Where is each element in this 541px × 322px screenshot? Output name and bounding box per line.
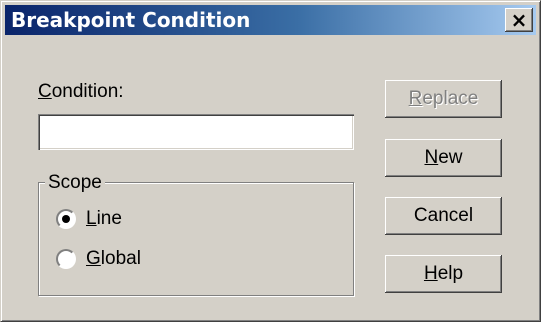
radio-selected-dot — [62, 215, 70, 223]
title-bar[interactable]: Breakpoint Condition × — [5, 5, 536, 35]
radio-global-label[interactable]: Global — [86, 248, 141, 270]
breakpoint-condition-dialog: Breakpoint Condition × Condition: Scope … — [0, 0, 541, 322]
scope-legend: Scope — [45, 172, 105, 194]
condition-label: Condition: — [38, 81, 124, 102]
replace-button[interactable]: Replace — [385, 80, 502, 118]
close-button[interactable]: × — [505, 8, 533, 32]
dialog-title: Breakpoint Condition — [11, 8, 251, 32]
condition-input[interactable] — [38, 114, 354, 150]
help-button[interactable]: Help — [385, 255, 502, 293]
radio-global[interactable] — [56, 249, 76, 269]
new-button[interactable]: New — [385, 139, 502, 177]
radio-line-label[interactable]: Line — [86, 208, 122, 230]
radio-line[interactable] — [56, 209, 76, 229]
close-icon: × — [510, 8, 528, 32]
cancel-button[interactable]: Cancel — [385, 197, 502, 235]
scope-groupbox — [38, 182, 354, 296]
